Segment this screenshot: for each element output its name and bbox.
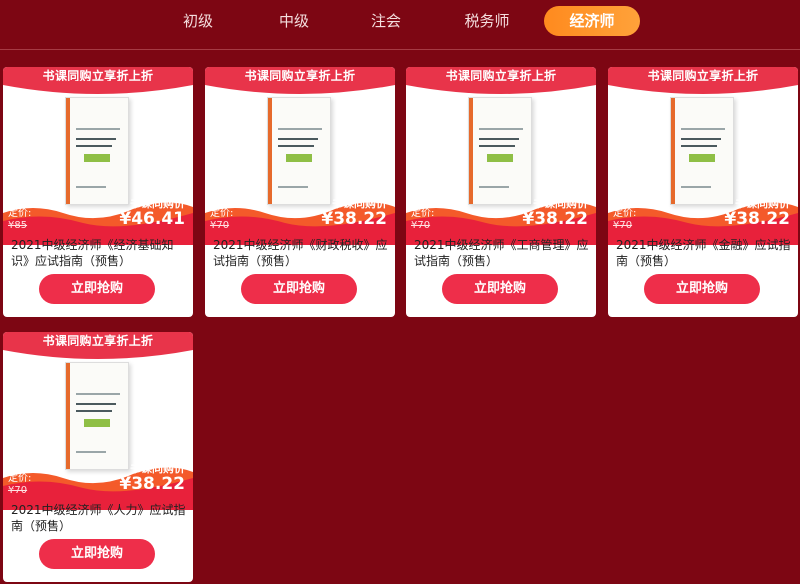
book-cover-image — [65, 97, 129, 205]
book-image-area — [406, 85, 596, 215]
list-price: ¥70 — [613, 220, 633, 231]
banner-curve-decoration — [3, 346, 193, 359]
bundle-price: ¥38.22 — [522, 209, 588, 229]
product-title[interactable]: 2021中级经济师《工商管理》应试指南（预售） — [414, 237, 590, 269]
list-price-label: 定价: — [411, 208, 435, 219]
product-title[interactable]: 2021中级经济师《金融》应试指南（预售） — [616, 237, 792, 269]
banner-curve-decoration — [3, 81, 193, 94]
tab-jingjishi[interactable]: 经济师 — [544, 6, 640, 36]
list-price: ¥70 — [8, 485, 28, 496]
book-cover-image — [267, 97, 331, 205]
banner-curve-decoration — [406, 81, 596, 94]
banner-curve-decoration — [205, 81, 395, 94]
book-cover-image — [468, 97, 532, 205]
list-price-label: 定价: — [613, 208, 637, 219]
tab-shuiwushi[interactable]: 税务师 — [455, 6, 519, 36]
product-title[interactable]: 2021中级经济师《人力》应试指南（预售） — [11, 502, 187, 534]
bundle-price: ¥38.22 — [321, 209, 387, 229]
book-cover-image — [65, 362, 129, 470]
tabs-divider — [0, 49, 800, 50]
list-price-label: 定价: — [8, 208, 32, 219]
list-price: ¥85 — [8, 220, 28, 231]
bundle-price: ¥46.41 — [119, 209, 185, 229]
product-card[interactable]: 书课同购立享折上折 定价: ¥70 书课同购价 ¥38.22 2021中级经济师… — [406, 67, 596, 317]
book-image-area — [608, 85, 798, 215]
list-price-label: 定价: — [210, 208, 234, 219]
buy-now-button[interactable]: 立即抢购 — [39, 274, 155, 304]
category-tabs: 初级 中级 注会 税务师 经济师 — [0, 0, 800, 48]
tab-zhongji[interactable]: 中级 — [268, 6, 320, 36]
product-card[interactable]: 书课同购立享折上折 定价: ¥85 书课同购价 ¥46.41 2021中级经济师… — [3, 67, 193, 317]
book-cover-image — [670, 97, 734, 205]
book-image-area — [3, 85, 193, 215]
product-card[interactable]: 书课同购立享折上折 定价: ¥70 书课同购价 ¥38.22 2021中级经济师… — [205, 67, 395, 317]
book-image-area — [3, 350, 193, 480]
list-price-label: 定价: — [8, 473, 32, 484]
list-price: ¥70 — [210, 220, 230, 231]
product-title[interactable]: 2021中级经济师《经济基础知识》应试指南（预售） — [11, 237, 187, 269]
tab-zhuhui[interactable]: 注会 — [360, 6, 412, 36]
bundle-price: ¥38.22 — [119, 474, 185, 494]
buy-now-button[interactable]: 立即抢购 — [241, 274, 357, 304]
buy-now-button[interactable]: 立即抢购 — [39, 539, 155, 569]
bundle-price: ¥38.22 — [724, 209, 790, 229]
product-card[interactable]: 书课同购立享折上折 定价: ¥70 书课同购价 ¥38.22 2021中级经济师… — [3, 332, 193, 582]
buy-now-button[interactable]: 立即抢购 — [644, 274, 760, 304]
product-title[interactable]: 2021中级经济师《财政税收》应试指南（预售） — [213, 237, 389, 269]
tab-chuji[interactable]: 初级 — [172, 6, 224, 36]
book-image-area — [205, 85, 395, 215]
buy-now-button[interactable]: 立即抢购 — [442, 274, 558, 304]
list-price: ¥70 — [411, 220, 431, 231]
banner-curve-decoration — [608, 81, 798, 94]
product-card[interactable]: 书课同购立享折上折 定价: ¥70 书课同购价 ¥38.22 2021中级经济师… — [608, 67, 798, 317]
